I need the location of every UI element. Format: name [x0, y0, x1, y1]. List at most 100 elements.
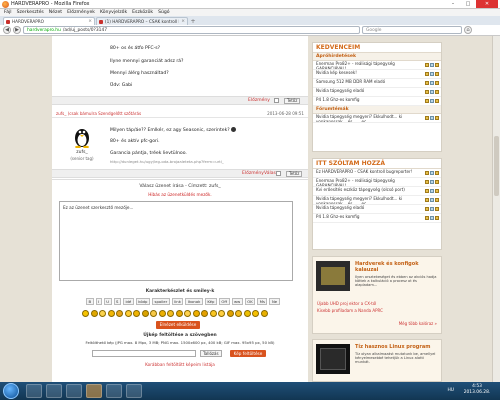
- emoticon-icon[interactable]: [201, 310, 208, 317]
- menu-edit[interactable]: Szerkesztés: [17, 10, 44, 15]
- bookmark-icon[interactable]: [430, 81, 434, 85]
- mail-icon[interactable]: [425, 171, 429, 175]
- bookmark-icon[interactable]: [430, 216, 434, 220]
- menu-bookmarks[interactable]: Könyvjelzők: [100, 10, 127, 15]
- bookmark-icon[interactable]: [430, 171, 434, 175]
- emoticon-icon[interactable]: [226, 310, 234, 317]
- emoticon-icon[interactable]: [260, 310, 268, 317]
- format-button[interactable]: spoiler: [151, 298, 170, 305]
- emoticon-icon[interactable]: [192, 310, 200, 317]
- ad-bullet[interactable]: Újabb UHD proj ektor a CX-tól: [317, 301, 437, 306]
- bookmark-icon[interactable]: [430, 90, 434, 94]
- menu-view[interactable]: Nézet: [49, 10, 62, 15]
- quote-link[interactable]: Előzmény: [248, 98, 270, 103]
- emoticon-icon[interactable]: [124, 310, 132, 317]
- format-button[interactable]: B: [86, 298, 94, 305]
- tab-close-icon[interactable]: ×: [88, 19, 92, 24]
- mail-icon[interactable]: [425, 99, 429, 103]
- sidebar-list-item[interactable]: Nvidia kép kesesek!: [313, 70, 441, 79]
- mail-icon[interactable]: [425, 81, 429, 85]
- menu-history[interactable]: Előzmények: [67, 10, 95, 15]
- emoticon-icon[interactable]: [235, 310, 242, 317]
- emoticon-icon[interactable]: [82, 310, 89, 317]
- emoticon-icon[interactable]: [150, 310, 157, 317]
- emoticon-icon[interactable]: [158, 310, 166, 317]
- forward-button[interactable]: ▶: [13, 26, 21, 34]
- delete-icon[interactable]: [435, 72, 439, 76]
- emoticon-icon[interactable]: [90, 310, 98, 317]
- sidebar-list-item[interactable]: Nvidia tápegység eladó: [313, 88, 441, 97]
- language-indicator[interactable]: HU: [447, 388, 454, 394]
- explorer-taskbar-icon[interactable]: [26, 384, 42, 398]
- mail-icon[interactable]: [425, 72, 429, 76]
- delete-icon[interactable]: [435, 63, 439, 67]
- sidebar-list-item[interactable]: P4 1.8 Ghz-es komfig: [313, 214, 441, 223]
- home-button[interactable]: ⌂: [464, 26, 472, 34]
- mail-icon[interactable]: [425, 198, 429, 202]
- format-button[interactable]: Ms: [257, 298, 268, 305]
- delete-icon[interactable]: [435, 189, 439, 193]
- format-button[interactable]: link: [171, 298, 184, 305]
- format-button[interactable]: ww: [231, 298, 243, 305]
- chrome-taskbar-icon[interactable]: [106, 384, 122, 398]
- emoticon-icon[interactable]: [133, 310, 140, 317]
- sidebar-list-item[interactable]: Nvidia tápegység megyeri? Ekkulhodt... k…: [313, 196, 441, 205]
- bookmark-icon[interactable]: [430, 99, 434, 103]
- emoticon-icon[interactable]: [99, 310, 106, 317]
- bookmark-icon[interactable]: [430, 198, 434, 202]
- message-textarea[interactable]: Ez az üzenet szerkesztő mezője...: [59, 201, 293, 281]
- sidebar-list-item[interactable]: Nvidia tápegység megyeri? Ekkulhodt... k…: [313, 114, 441, 123]
- address-bar[interactable]: hardverapro.hu/ad/uj_posts/0?3147: [23, 26, 360, 34]
- delete-icon[interactable]: [435, 216, 439, 220]
- minimize-button[interactable]: –: [446, 0, 460, 8]
- sidebar-list-item[interactable]: Kvi erőesítés eszköz tápegység (olcsó po…: [313, 187, 441, 196]
- select-checkbox[interactable]: [276, 171, 281, 176]
- emoticon-icon[interactable]: [175, 310, 183, 317]
- mail-icon[interactable]: [425, 63, 429, 67]
- format-button[interactable]: Off: [218, 298, 230, 305]
- sidebar-list-item[interactable]: Enermax Pro82+ - reálisági tápegység GAR…: [313, 178, 441, 187]
- post-button[interactable]: Tetőz: [286, 171, 303, 177]
- delete-icon[interactable]: [435, 171, 439, 175]
- bookmark-icon[interactable]: [430, 207, 434, 211]
- media-player-taskbar-icon[interactable]: [46, 384, 62, 398]
- emoticon-icon[interactable]: [252, 310, 259, 317]
- sidebar-list-item[interactable]: Enermax Pro82+ - reálisági tápegység GAR…: [313, 61, 441, 70]
- preview-button[interactable]: Elnézet elküldése: [156, 321, 200, 329]
- post-button[interactable]: Tetőz: [284, 98, 301, 104]
- format-button[interactable]: OK: [244, 298, 256, 305]
- mail-icon[interactable]: [425, 180, 429, 184]
- mail-icon[interactable]: [425, 90, 429, 94]
- delete-icon[interactable]: [435, 81, 439, 85]
- post-username[interactable]: zufs_: [64, 150, 100, 155]
- delete-icon[interactable]: [435, 198, 439, 202]
- menu-tools[interactable]: Eszközök: [132, 10, 153, 15]
- browse-button[interactable]: Tallózás: [200, 350, 222, 357]
- bookmark-icon[interactable]: [430, 116, 434, 120]
- bookmark-icon[interactable]: [430, 189, 434, 193]
- back-button[interactable]: ◀: [3, 26, 11, 34]
- emoticon-icon[interactable]: [184, 310, 191, 317]
- format-button[interactable]: U: [103, 298, 112, 305]
- sidebar-list-item[interactable]: Samsung 512 MB DDR RAM eladó: [313, 79, 441, 88]
- ad-title[interactable]: Hardverek és konfigok kalauzai: [355, 261, 439, 273]
- bookmark-icon[interactable]: [430, 63, 434, 67]
- post-author-header[interactable]: zufs_ (csak bámulra Szendgelőtt szőtárás: [56, 111, 141, 116]
- program-taskbar-icon[interactable]: [126, 384, 142, 398]
- emoticon-icon[interactable]: [141, 310, 149, 317]
- linux-thumbnail-icon[interactable]: [316, 344, 350, 374]
- upload-button[interactable]: Kép feltöltése: [230, 350, 266, 357]
- format-button[interactable]: I: [95, 298, 102, 305]
- emoticon-icon[interactable]: [209, 310, 217, 317]
- page-scrollbar[interactable]: [492, 36, 500, 382]
- avatar[interactable]: [70, 124, 94, 149]
- delete-icon[interactable]: [435, 207, 439, 211]
- format-button[interactable]: Kép: [204, 298, 217, 305]
- tab-hardverapro-bug[interactable]: (1) HARDVERAPRO – CSAK kontroll bu... ×: [96, 17, 188, 25]
- format-button[interactable]: idé: [122, 298, 134, 305]
- ad-more-link[interactable]: Még több kalóraz »: [399, 321, 437, 326]
- uploaded-images-link[interactable]: Korábban feltöltött képeim listája: [52, 362, 308, 367]
- file-path-input[interactable]: [92, 350, 196, 357]
- tab-hardverapro[interactable]: HARDVERAPRO ×: [3, 17, 95, 25]
- format-button[interactable]: S: [113, 298, 121, 305]
